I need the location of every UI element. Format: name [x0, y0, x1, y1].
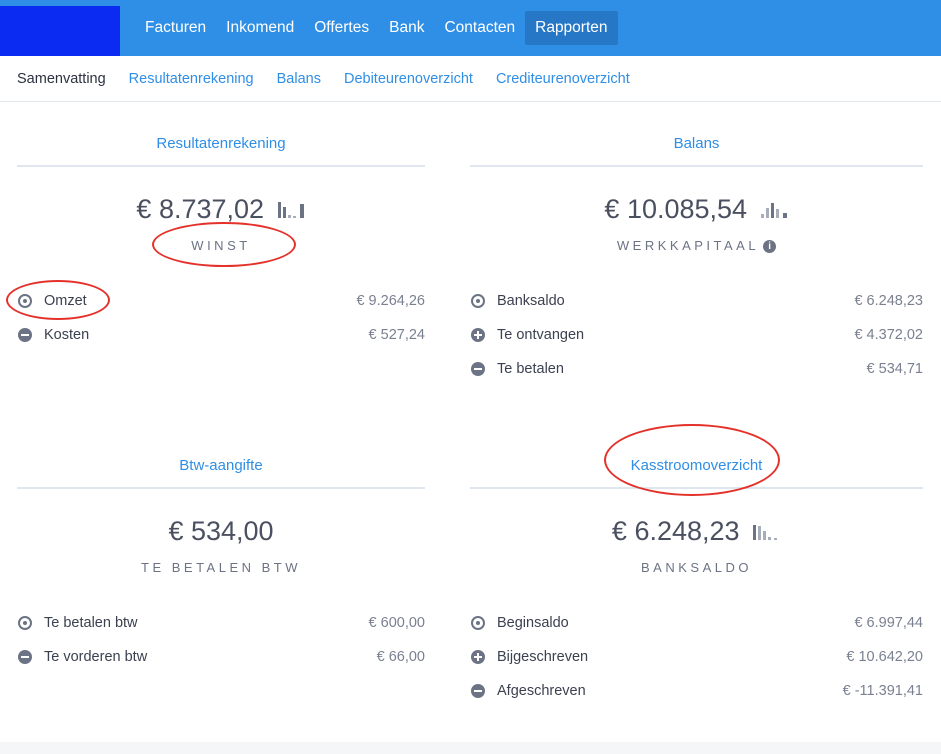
summary-amount: € 8.737,02 — [136, 194, 265, 224]
summary-label: BANKSALDO — [641, 560, 752, 575]
summary-amount: € 534,00 — [168, 516, 274, 546]
nav-item-inkomend[interactable]: Inkomend — [216, 11, 304, 45]
logo[interactable] — [0, 6, 120, 56]
summary-amount: € 6.248,23 — [611, 516, 740, 546]
minus-icon — [18, 328, 32, 342]
btw-rows: Te betalen btw € 600,00 Te vorderen btw … — [17, 606, 425, 674]
list-item[interactable]: Te vorderen btw € 66,00 — [17, 640, 425, 674]
bar-chart-icon[interactable] — [753, 522, 781, 540]
summary-label-text: WERKKAPITAAL — [616, 238, 760, 253]
panel-btw-aangifte: Btw-aangifte € 534,00 TE BETALEN BTW — [17, 455, 425, 578]
annotation-circle-kasstroom — [604, 424, 780, 496]
annotation-circle-omzet — [6, 280, 110, 320]
summary-value: € 8.737,02 — [17, 192, 425, 226]
bar-chart-icon[interactable] — [760, 200, 789, 218]
panel-title[interactable]: Resultatenrekening — [17, 133, 425, 155]
divider — [17, 165, 425, 167]
list-item[interactable]: Te betalen € 534,71 — [470, 352, 923, 386]
nav-item-facturen[interactable]: Facturen — [135, 11, 216, 45]
row-label: Te vorderen btw — [44, 649, 148, 665]
balans-rows: Banksaldo € 6.248,23 Te ontvangen € 4.37… — [470, 284, 923, 386]
target-icon — [471, 294, 485, 308]
row-label: Kosten — [44, 327, 90, 343]
summary-label: TE BETALEN BTW — [141, 560, 301, 575]
minus-icon — [471, 362, 485, 376]
row-amount: € 600,00 — [368, 615, 425, 631]
nav-item-contacten[interactable]: Contacten — [434, 11, 525, 45]
divider — [470, 165, 923, 167]
summary-value: € 534,00 — [17, 514, 425, 548]
summary-label: WERKKAPITAAL i — [470, 236, 923, 256]
panel-balans: Balans € 10.085,54 WERKKAPITAAL i — [470, 133, 923, 256]
summary-value: € 6.248,23 — [470, 514, 923, 548]
kasstroom-rows: Beginsaldo € 6.997,44 Bijgeschreven € 10… — [470, 606, 923, 708]
summary-amount: € 10.085,54 — [604, 194, 748, 224]
nav-item-offertes[interactable]: Offertes — [304, 11, 379, 45]
list-item[interactable]: Te ontvangen € 4.372,02 — [470, 318, 923, 352]
tab-crediteurenoverzicht[interactable]: Crediteurenoverzicht — [496, 71, 630, 87]
report-tabs: Samenvatting Resultatenrekening Balans D… — [0, 56, 941, 102]
plus-icon — [471, 328, 485, 342]
row-label: Te betalen btw — [44, 615, 138, 631]
target-icon — [18, 616, 32, 630]
row-amount: € 4.372,02 — [854, 327, 923, 343]
row-amount: € 527,24 — [368, 327, 425, 343]
tab-balans[interactable]: Balans — [277, 71, 321, 87]
tab-samenvatting[interactable]: Samenvatting — [17, 71, 106, 87]
row-label: Beginsaldo — [497, 615, 569, 631]
list-item[interactable]: Kosten € 527,24 — [17, 318, 425, 352]
top-navigation-bar: Facturen Inkomend Offertes Bank Contacte… — [0, 0, 941, 56]
list-item[interactable]: Afgeschreven € -11.391,41 — [470, 674, 923, 708]
bar-chart-icon[interactable] — [277, 200, 306, 218]
panel-title[interactable]: Balans — [470, 133, 923, 155]
list-item[interactable]: Banksaldo € 6.248,23 — [470, 284, 923, 318]
page-bottom-strip — [0, 742, 941, 754]
nav-item-rapporten[interactable]: Rapporten — [525, 11, 618, 45]
annotation-circle-winst — [152, 222, 296, 267]
divider — [17, 487, 425, 489]
target-icon — [471, 616, 485, 630]
minus-icon — [18, 650, 32, 664]
row-amount: € 10.642,20 — [846, 649, 923, 665]
summary-value: € 10.085,54 — [470, 192, 923, 226]
tab-resultatenrekening[interactable]: Resultatenrekening — [129, 71, 254, 87]
row-label: Te ontvangen — [497, 327, 585, 343]
row-amount: € 534,71 — [866, 361, 923, 377]
plus-icon — [471, 650, 485, 664]
minus-icon — [471, 684, 485, 698]
row-amount: € 6.248,23 — [854, 293, 923, 309]
row-label: Bijgeschreven — [497, 649, 589, 665]
main-nav: Facturen Inkomend Offertes Bank Contacte… — [135, 11, 618, 45]
nav-item-bank[interactable]: Bank — [379, 11, 434, 45]
tab-debiteurenoverzicht[interactable]: Debiteurenoverzicht — [344, 71, 473, 87]
row-amount: € -11.391,41 — [842, 683, 923, 699]
row-amount: € 66,00 — [376, 649, 425, 665]
panel-title[interactable]: Btw-aangifte — [17, 455, 425, 477]
list-item[interactable]: Bijgeschreven € 10.642,20 — [470, 640, 923, 674]
row-label: Afgeschreven — [497, 683, 586, 699]
info-icon[interactable]: i — [763, 240, 777, 254]
row-amount: € 6.997,44 — [854, 615, 923, 631]
row-label: Te betalen — [497, 361, 564, 377]
row-label: Banksaldo — [497, 293, 565, 309]
list-item[interactable]: Beginsaldo € 6.997,44 — [470, 606, 923, 640]
list-item[interactable]: Te betalen btw € 600,00 — [17, 606, 425, 640]
row-amount: € 9.264,26 — [356, 293, 425, 309]
